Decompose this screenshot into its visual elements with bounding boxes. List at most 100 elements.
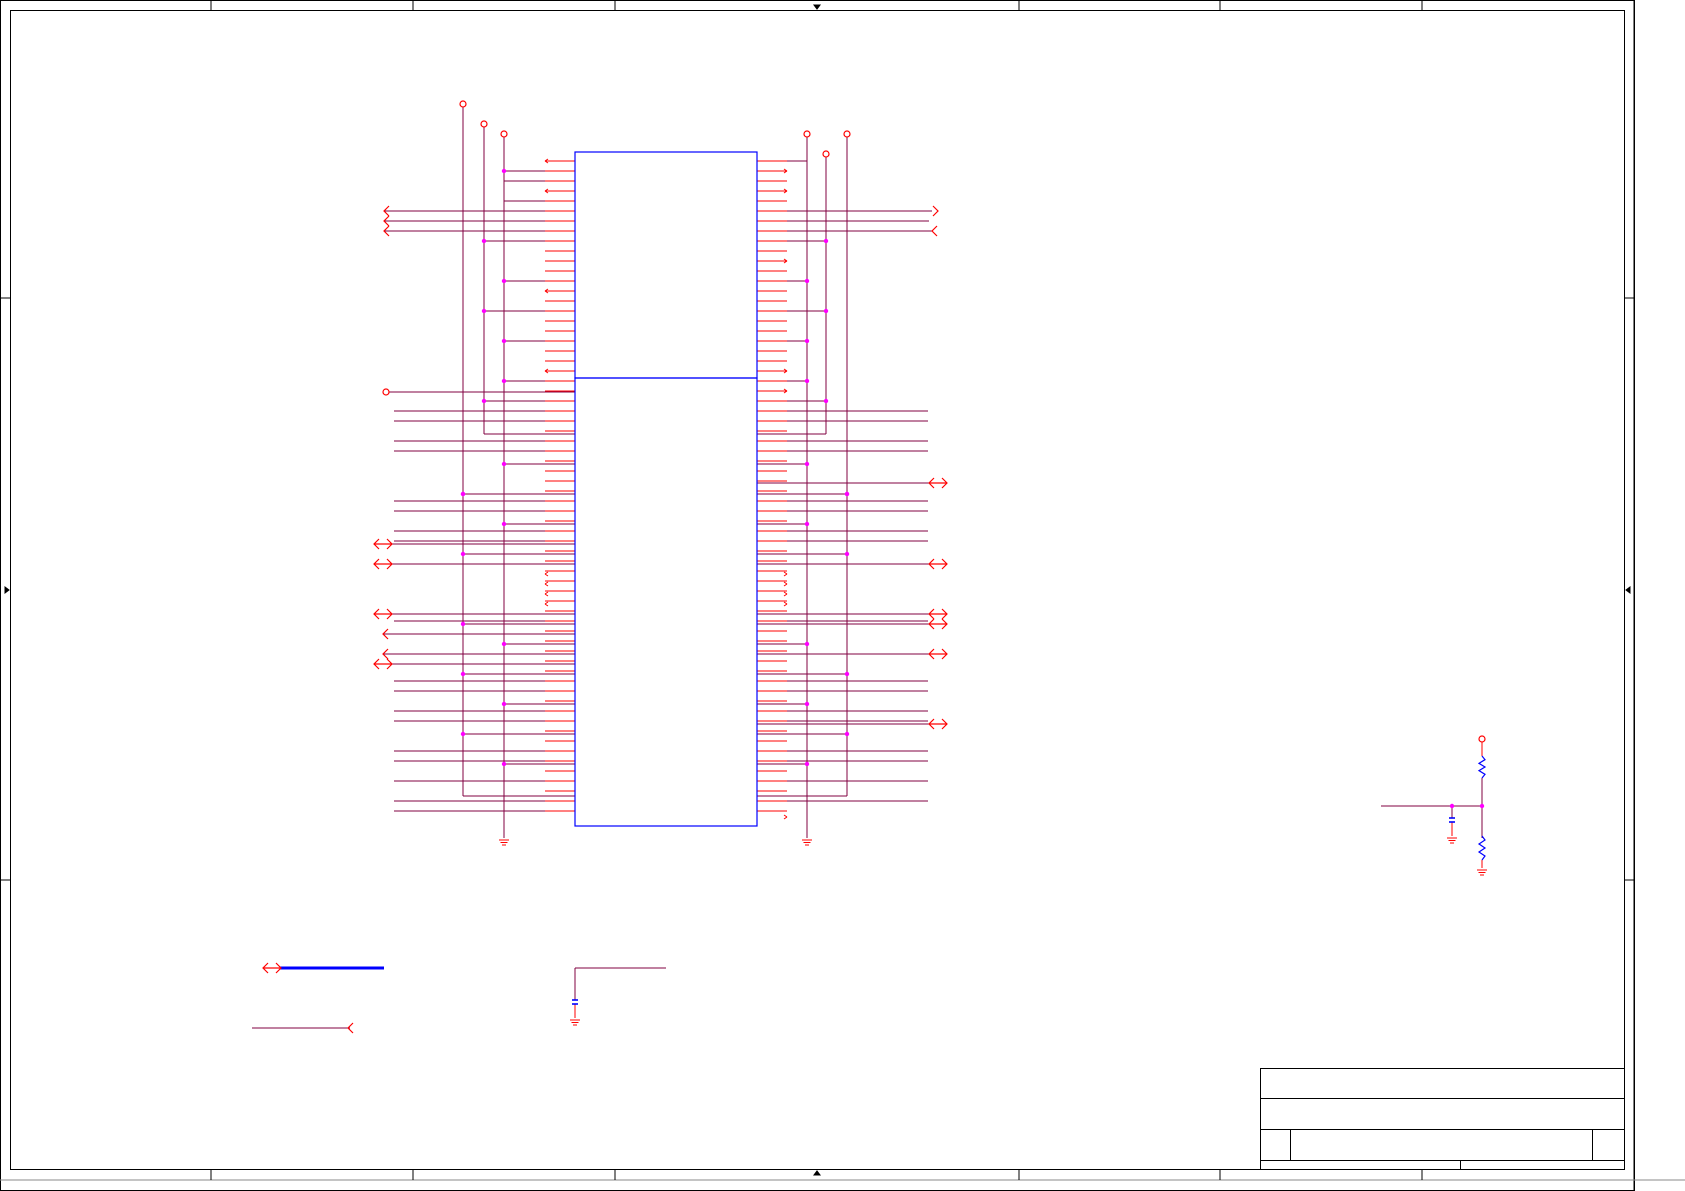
no-connect-icon	[783, 591, 788, 597]
resistor-zigzag	[1477, 835, 1487, 861]
junction-dot-icon	[1449, 803, 1455, 809]
junction-dot-icon	[501, 641, 507, 647]
bidirectional-port-icon	[928, 608, 948, 620]
junction-dot-icon	[823, 238, 829, 244]
zone-arrow-bottom	[813, 1170, 821, 1176]
output-port-icon	[932, 205, 939, 217]
bidirectional-port-icon	[373, 538, 393, 550]
connector-part-a-body	[574, 151, 758, 379]
resistor-zigzag	[1477, 755, 1487, 779]
no-connect-icon	[783, 581, 788, 587]
junction-dot-icon	[844, 671, 850, 677]
pins	[544, 158, 788, 820]
junction-dot-icon	[481, 308, 487, 314]
nc-tick-b	[783, 583, 788, 587]
no-connect-icon	[783, 571, 788, 577]
open-circle-power-icon	[1478, 735, 1486, 743]
connector-part-b-body	[574, 377, 758, 827]
no-connect-icon	[544, 591, 549, 597]
sheet-frame	[0, 0, 1685, 1191]
nc-tick-b	[783, 593, 788, 597]
junction-dot-icon	[501, 278, 507, 284]
open-circle-power-icon	[459, 100, 467, 108]
ground-symbol-icon	[570, 1019, 580, 1026]
junction-dot-icon	[481, 238, 487, 244]
resistor-icon	[1477, 835, 1487, 861]
junction-dot-icon	[804, 641, 810, 647]
no-connect-icon	[544, 571, 549, 577]
nc-tick-b	[544, 583, 549, 587]
open-circle-power-icon	[480, 120, 488, 128]
capacitor-icon	[1449, 817, 1455, 823]
nc-tick-b	[544, 603, 549, 607]
bidirectional-port-icon	[262, 962, 282, 974]
junction-dot-icon	[501, 461, 507, 467]
junction-dot-icon	[804, 701, 810, 707]
open-circle-power-icon	[803, 130, 811, 138]
bidirectional-port-icon	[928, 558, 948, 570]
bidirectional-port-icon	[928, 648, 948, 660]
resistor-icon	[1477, 755, 1487, 779]
junction-dot-icon	[460, 671, 466, 677]
nc-tick-b	[783, 816, 788, 820]
wires	[252, 104, 1483, 1029]
title-block-frame	[1260, 1068, 1625, 1170]
outer-border	[0, 0, 1635, 1191]
no-connect-icon	[783, 814, 788, 820]
no-connect-icon	[783, 601, 788, 607]
zone-arrow-right	[1625, 586, 1631, 594]
input-port-icon	[931, 225, 938, 237]
junction-dot-icon	[804, 461, 810, 467]
junction-dot-icon	[481, 398, 487, 404]
junction-dot-icon	[1479, 803, 1485, 809]
title-block	[1260, 1068, 1625, 1170]
bidirectional-port-icon	[373, 558, 393, 570]
junction-dot-icon	[501, 338, 507, 344]
junction-dot-icon	[823, 308, 829, 314]
junction-dot-icon	[501, 521, 507, 527]
junction-dot-icon	[501, 761, 507, 767]
input-port-icon	[347, 1022, 354, 1034]
junctions	[460, 168, 1485, 809]
nc-tick-b	[544, 593, 549, 597]
zone-markers	[0, 0, 1634, 1180]
ground-symbol-icon	[802, 839, 812, 846]
open-circle-power-icon	[822, 150, 830, 158]
open-circle-power-icon	[500, 130, 508, 138]
bidirectional-port-icon	[928, 618, 948, 630]
nc-tick-b	[783, 573, 788, 577]
open-circle-power-icon	[382, 388, 390, 396]
bidirectional-port-icon	[928, 477, 948, 489]
junction-dot-icon	[460, 621, 466, 627]
zone-arrow-left	[4, 586, 10, 594]
no-connect-icon	[544, 601, 549, 607]
junction-dot-icon	[804, 521, 810, 527]
junction-dot-icon	[844, 491, 850, 497]
junction-dot-icon	[844, 551, 850, 557]
schematic-canvas	[0, 0, 1685, 1191]
open-circle-power-icon	[843, 130, 851, 138]
junction-dot-icon	[804, 761, 810, 767]
junction-dot-icon	[804, 278, 810, 284]
junction-dot-icon	[823, 398, 829, 404]
port-chevron	[932, 205, 939, 217]
port-chevron	[931, 225, 938, 237]
nc-tick-b	[783, 603, 788, 607]
junction-dot-icon	[501, 168, 507, 174]
bidirectional-port-icon	[928, 718, 948, 730]
junction-dot-icon	[501, 378, 507, 384]
ports	[262, 100, 1487, 1034]
inner-border	[10, 10, 1625, 1170]
bidirectional-port-icon	[373, 608, 393, 620]
schematic-sheet	[0, 0, 1685, 1191]
zone-arrow-top	[813, 4, 821, 10]
symbols	[572, 151, 1487, 1005]
ground-symbol-icon	[499, 839, 509, 846]
ground-symbol-icon	[1477, 869, 1487, 876]
nc-tick-b	[544, 573, 549, 577]
ground-symbol-icon	[1447, 837, 1457, 844]
bidirectional-port-icon	[373, 658, 393, 670]
junction-dot-icon	[844, 731, 850, 737]
junction-dot-icon	[804, 338, 810, 344]
junction-dot-icon	[460, 551, 466, 557]
